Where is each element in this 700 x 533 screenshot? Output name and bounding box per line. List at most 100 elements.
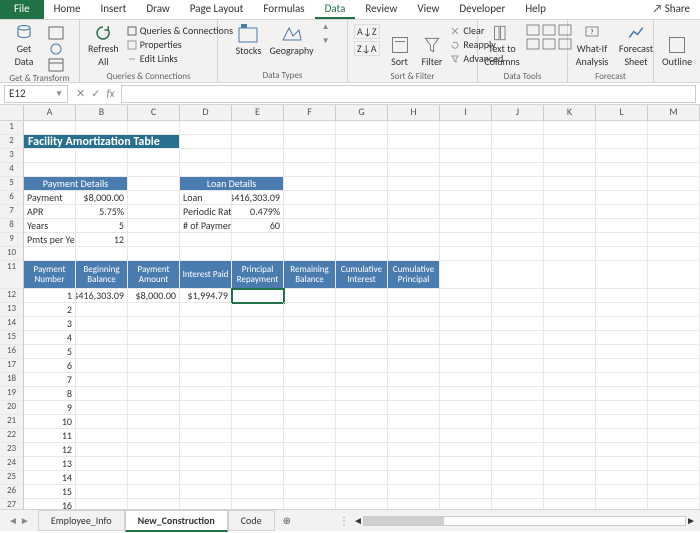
- cell[interactable]: 14: [24, 471, 76, 485]
- cell[interactable]: Payment Details: [24, 177, 128, 191]
- cell[interactable]: [388, 401, 440, 415]
- cell[interactable]: [128, 471, 180, 485]
- cell[interactable]: [128, 163, 180, 177]
- cell[interactable]: [284, 415, 336, 429]
- cell[interactable]: [388, 443, 440, 457]
- cell[interactable]: [284, 317, 336, 331]
- row-header[interactable]: 21: [0, 415, 24, 429]
- cell[interactable]: [492, 457, 544, 471]
- cell[interactable]: [544, 359, 596, 373]
- cell[interactable]: [440, 471, 492, 485]
- cell[interactable]: [596, 387, 648, 401]
- cell[interactable]: [596, 499, 648, 509]
- sheet-tab[interactable]: Code: [228, 510, 275, 531]
- row-header[interactable]: 3: [0, 149, 24, 163]
- help-tab[interactable]: Help: [515, 0, 556, 19]
- cell[interactable]: [648, 443, 700, 457]
- cell[interactable]: [492, 247, 544, 261]
- refresh-all-button[interactable]: Refresh All: [84, 22, 123, 70]
- cell[interactable]: [128, 485, 180, 499]
- cell[interactable]: [180, 345, 232, 359]
- cell[interactable]: [180, 443, 232, 457]
- row-header[interactable]: 27: [0, 499, 24, 509]
- cell[interactable]: 7: [24, 373, 76, 387]
- cell[interactable]: [336, 429, 388, 443]
- cell[interactable]: [388, 219, 440, 233]
- cell[interactable]: [544, 471, 596, 485]
- cell[interactable]: [648, 121, 700, 135]
- cell[interactable]: [128, 149, 180, 163]
- row-header[interactable]: 18: [0, 373, 24, 387]
- cell[interactable]: [232, 317, 284, 331]
- cell[interactable]: [492, 387, 544, 401]
- cell[interactable]: [284, 135, 336, 149]
- developer-tab[interactable]: Developer: [449, 0, 515, 19]
- cell[interactable]: [284, 485, 336, 499]
- cell[interactable]: [232, 499, 284, 509]
- cell[interactable]: [544, 177, 596, 191]
- cell[interactable]: [180, 149, 232, 163]
- cell[interactable]: [596, 429, 648, 443]
- cell[interactable]: [648, 135, 700, 149]
- cell[interactable]: [76, 331, 128, 345]
- cell[interactable]: 4: [24, 331, 76, 345]
- cell[interactable]: [648, 485, 700, 499]
- cell[interactable]: [336, 191, 388, 205]
- cell[interactable]: [388, 205, 440, 219]
- cell[interactable]: [596, 289, 648, 303]
- forecast-sheet-button[interactable]: Forecast Sheet: [616, 22, 656, 70]
- col-header[interactable]: K: [544, 105, 596, 120]
- cell[interactable]: [596, 317, 648, 331]
- home-tab[interactable]: Home: [44, 0, 91, 19]
- cell[interactable]: [128, 177, 180, 191]
- cell[interactable]: [544, 219, 596, 233]
- from-text-icon[interactable]: [48, 26, 64, 40]
- cell[interactable]: [440, 261, 492, 289]
- cell[interactable]: [76, 373, 128, 387]
- cell[interactable]: [128, 499, 180, 509]
- cell[interactable]: 0.479%: [232, 205, 284, 219]
- cell[interactable]: [336, 471, 388, 485]
- row-header[interactable]: 17: [0, 359, 24, 373]
- cell[interactable]: [544, 135, 596, 149]
- cell[interactable]: Loan: [180, 191, 232, 205]
- cell[interactable]: [232, 415, 284, 429]
- cell[interactable]: [440, 177, 492, 191]
- cell[interactable]: [596, 163, 648, 177]
- cell[interactable]: [596, 219, 648, 233]
- row-header[interactable]: 19: [0, 387, 24, 401]
- cell[interactable]: [596, 205, 648, 219]
- row-header[interactable]: 26: [0, 485, 24, 499]
- cell[interactable]: [596, 401, 648, 415]
- cell[interactable]: [76, 429, 128, 443]
- cell[interactable]: [596, 415, 648, 429]
- cell[interactable]: [128, 401, 180, 415]
- cell[interactable]: [544, 429, 596, 443]
- insert-tab[interactable]: Insert: [91, 0, 137, 19]
- cell[interactable]: Pmts per Year: [24, 233, 76, 247]
- cell[interactable]: 10: [24, 415, 76, 429]
- cell[interactable]: [596, 121, 648, 135]
- cell[interactable]: [440, 289, 492, 303]
- cell[interactable]: Periodic Rate: [180, 205, 232, 219]
- cell[interactable]: Beginning Balance: [76, 261, 128, 289]
- row-header[interactable]: 8: [0, 219, 24, 233]
- cell[interactable]: [492, 415, 544, 429]
- cell[interactable]: [128, 303, 180, 317]
- cell[interactable]: [544, 205, 596, 219]
- cell[interactable]: [544, 345, 596, 359]
- draw-tab[interactable]: Draw: [136, 0, 179, 19]
- file-tab[interactable]: File: [0, 0, 44, 19]
- cell[interactable]: [648, 387, 700, 401]
- what-if-button[interactable]: ? What-If Analysis: [572, 22, 612, 70]
- cell[interactable]: [544, 233, 596, 247]
- col-header[interactable]: G: [336, 105, 388, 120]
- cell[interactable]: [336, 359, 388, 373]
- cell[interactable]: [232, 233, 284, 247]
- row-header[interactable]: 12: [0, 289, 24, 303]
- text-to-columns-button[interactable]: Text to Columns: [482, 22, 522, 70]
- cell[interactable]: [76, 485, 128, 499]
- cell[interactable]: [284, 163, 336, 177]
- cell[interactable]: [440, 415, 492, 429]
- cell[interactable]: [284, 121, 336, 135]
